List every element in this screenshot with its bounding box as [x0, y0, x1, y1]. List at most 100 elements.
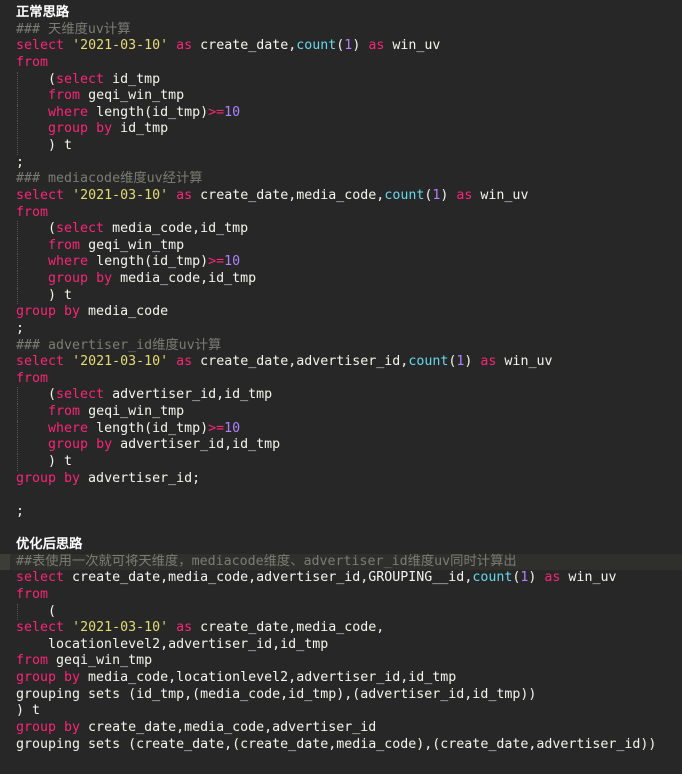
string-literal: '2021-03-10'	[72, 620, 169, 636]
code-line[interactable]	[0, 520, 682, 537]
code-line[interactable]: ### mediacode维度uv经计算	[0, 171, 682, 188]
code-line[interactable]: 正常思路	[0, 5, 682, 22]
code-line[interactable]: (select id_tmp	[0, 71, 682, 89]
code-text: advertiser_id,id_tmp	[104, 387, 273, 403]
code-line[interactable]: group by media_code	[0, 304, 682, 321]
code-line[interactable]: ### 天维度uv计算	[0, 22, 682, 39]
code-line[interactable]: where length(id_tmp)>=10	[0, 254, 682, 271]
code-text: grouping sets (create_date,(create_date,…	[16, 736, 657, 752]
keyword: group by	[48, 121, 113, 137]
keyword: from	[16, 653, 49, 669]
code-line[interactable]	[0, 487, 682, 504]
code-text: ;	[16, 503, 25, 519]
function-name: count	[472, 570, 513, 586]
code-line[interactable]: group by advertiser_id,id_tmp	[0, 437, 682, 454]
code-line[interactable]: (select media_code,id_tmp	[0, 221, 682, 238]
string-literal: '2021-03-10'	[72, 187, 169, 203]
code-line[interactable]: 优化后思路	[0, 537, 682, 554]
code-line[interactable]: from geqi_win_tmp	[0, 653, 682, 670]
keyword: from	[16, 370, 49, 386]
keyword: select	[16, 570, 65, 586]
code-line[interactable]: from	[0, 205, 682, 222]
code-text: create_date,	[192, 38, 297, 54]
number-literal: 10	[224, 104, 241, 120]
code-line[interactable]: from	[0, 587, 682, 604]
code-line[interactable]: grouping sets (create_date,(create_date,…	[0, 737, 682, 754]
keyword: select	[16, 620, 65, 636]
code-text: advertiser_id,id_tmp	[112, 437, 281, 453]
keyword: from	[16, 54, 49, 70]
code-line[interactable]: from geqi_win_tmp	[0, 404, 682, 421]
code-line[interactable]: where length(id_tmp)>=10	[0, 104, 682, 122]
code-line[interactable]: group by advertiser_id;	[0, 471, 682, 488]
code-text: id_tmp	[112, 121, 169, 137]
code-line[interactable]: group by create_date,media_code,advertis…	[0, 720, 682, 737]
code-line[interactable]: select '2021-03-10' as create_date,media…	[0, 188, 682, 205]
code-text: win_uv	[384, 38, 441, 54]
code-line[interactable]: (	[0, 603, 682, 621]
keyword: >=	[208, 420, 225, 436]
code-text: )	[352, 38, 369, 54]
code-line[interactable]: (select advertiser_id,id_tmp	[0, 387, 682, 404]
code-text: id_tmp	[104, 71, 161, 87]
keyword: from	[48, 404, 81, 419]
code-text: geqi_win_tmp	[80, 404, 185, 419]
code-line[interactable]: from	[0, 55, 682, 72]
comment: ### 天维度uv计算	[16, 21, 131, 37]
code-text: create_date,media_code,advertiser_id	[80, 719, 377, 735]
keyword: select	[56, 71, 105, 87]
code-text: win_uv	[496, 354, 553, 370]
code-text: )	[440, 187, 457, 203]
code-line[interactable]: ;	[0, 155, 682, 172]
code-line[interactable]: ) t	[0, 287, 682, 305]
string-literal: '2021-03-10'	[72, 354, 169, 370]
code-line[interactable]: select '2021-03-10' as create_date,count…	[0, 38, 682, 55]
code-line[interactable]: ;	[0, 504, 682, 521]
code-text: length(id_tmp)	[88, 254, 209, 270]
keyword: as	[176, 187, 193, 203]
code-line[interactable]: locationlevel2,advertiser_id,id_tmp	[0, 637, 682, 654]
keyword: group by	[16, 304, 81, 320]
code-text: grouping sets (id_tmp,(media_code,id_tmp…	[16, 686, 537, 702]
code-line[interactable]: ##表使用一次就可将天维度，mediacode维度、advertiser_id维…	[0, 553, 682, 571]
code-line[interactable]: from	[0, 371, 682, 388]
code-line[interactable]: from geqi_win_tmp	[0, 88, 682, 105]
code-editor[interactable]: 正常思路 ### 天维度uv计算 select '2021-03-10' as cr…	[0, 5, 682, 753]
keyword: select	[56, 387, 105, 403]
keyword: from	[48, 237, 81, 253]
code-text: create_date,advertiser_id,	[192, 354, 409, 370]
code-line[interactable]: group by media_code,locationlevel2,adver…	[0, 670, 682, 687]
keyword: select	[16, 354, 65, 370]
keyword: group by	[48, 437, 113, 453]
code-line[interactable]: group by id_tmp	[0, 121, 682, 138]
code-line[interactable]: ) t	[0, 703, 682, 720]
code-line[interactable]: ) t	[0, 138, 682, 155]
code-text: create_date,media_code,	[192, 187, 385, 203]
code-line[interactable]: select '2021-03-10' as create_date,media…	[0, 620, 682, 637]
code-line[interactable]: where length(id_tmp)>=10	[0, 420, 682, 438]
keyword: select	[56, 221, 105, 237]
code-text: media_code	[80, 304, 169, 320]
code-line[interactable]: select create_date,media_code,advertiser…	[0, 570, 682, 587]
code-line[interactable]: from geqi_win_tmp	[0, 237, 682, 255]
code-line[interactable]: select '2021-03-10' as create_date,adver…	[0, 354, 682, 371]
keyword: group by	[48, 271, 113, 286]
code-line[interactable]: grouping sets (id_tmp,(media_code,id_tmp…	[0, 687, 682, 704]
code-text: ) t	[16, 453, 73, 469]
section-heading: 正常思路	[16, 5, 70, 20]
code-line[interactable]: ;	[0, 321, 682, 338]
section-heading: 优化后思路	[16, 537, 83, 552]
code-text: media_code,locationlevel2,advertiser_id,…	[80, 670, 457, 685]
code-line[interactable]: ) t	[0, 453, 682, 471]
function-name: count	[408, 354, 449, 370]
code-line[interactable]: group by media_code,id_tmp	[0, 271, 682, 288]
code-line[interactable]: ### advertiser_id维度uv计算	[0, 338, 682, 355]
